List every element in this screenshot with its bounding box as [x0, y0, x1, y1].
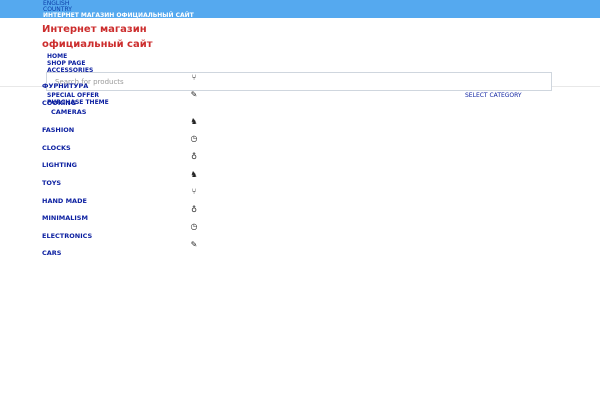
- topbar-site-title: ИНТЕРНЕТ МАГАЗИН ОФИЦИАЛЬНЫЙ САЙТ: [43, 12, 194, 19]
- chair-icon: ⑂: [191, 187, 197, 196]
- menu-special-offer[interactable]: SPECIAL OFFER: [47, 92, 99, 99]
- chair-icon: ⑂: [191, 73, 197, 82]
- category-hand-made[interactable]: HAND MADE: [42, 197, 87, 205]
- pen-icon: ✎: [190, 240, 198, 249]
- nav-home[interactable]: HOME: [47, 53, 93, 60]
- lightbulb-icon: ♁: [191, 152, 197, 161]
- category-electronics[interactable]: ELECTRONICS: [42, 232, 92, 240]
- logo-line-1: Интернет магазин: [42, 24, 147, 35]
- category-cameras[interactable]: CAMERAS: [51, 108, 86, 116]
- category-furnitura[interactable]: ФУРНИТУРА: [42, 82, 88, 90]
- category-fashion[interactable]: FASHION: [42, 126, 74, 134]
- horse-icon: ♞: [190, 117, 198, 126]
- clock-icon: ◷: [190, 222, 198, 231]
- horse-icon: ♞: [190, 170, 198, 179]
- clock-icon: ◷: [190, 134, 198, 143]
- category-toys[interactable]: TOYS: [42, 179, 61, 187]
- category-cars[interactable]: CARS: [42, 249, 62, 257]
- category-lighting[interactable]: LIGHTING: [42, 161, 77, 169]
- category-minimalism[interactable]: MINIMALISM: [42, 214, 88, 222]
- category-cooking[interactable]: COOKING: [42, 99, 76, 107]
- site-logo[interactable]: Интернет магазин официальный сайт: [42, 22, 182, 52]
- lightbulb-icon: ♁: [191, 205, 197, 214]
- logo-line-2: официальный сайт: [42, 39, 153, 50]
- category-clocks[interactable]: CLOCKS: [42, 144, 71, 152]
- search-input[interactable]: [46, 72, 552, 91]
- pen-icon: ✎: [190, 90, 198, 99]
- top-navigation: HOME SHOP PAGE ACCESSORIES: [47, 53, 93, 74]
- select-category-dropdown[interactable]: SELECT CATEGORY: [465, 92, 522, 99]
- nav-shop-page[interactable]: SHOP PAGE: [47, 60, 93, 67]
